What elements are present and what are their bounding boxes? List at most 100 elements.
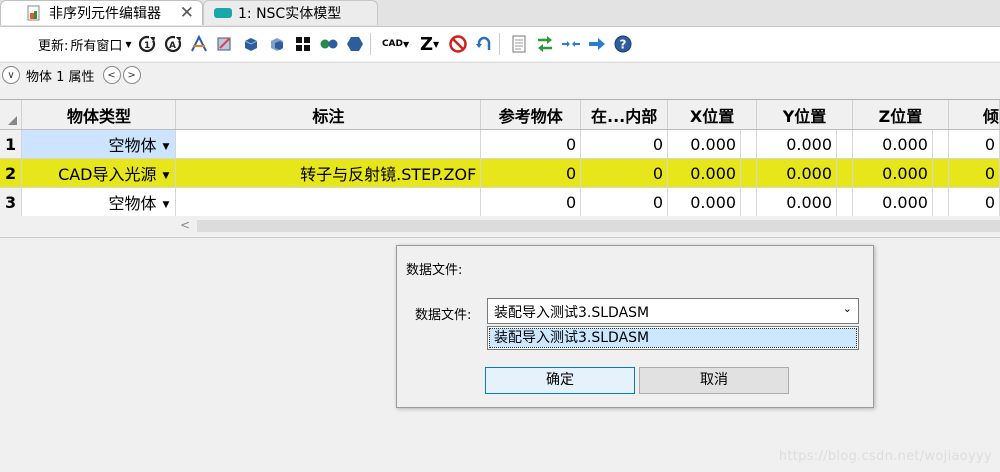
- table-row[interactable]: 1 空物体 ▼ 0 0 0.000 0.000 0.000 0: [0, 129, 1000, 159]
- update-label: 更新:: [38, 38, 69, 54]
- undo-icon[interactable]: [473, 33, 495, 55]
- svg-text:A: A: [169, 41, 176, 51]
- svg-text:?: ?: [619, 38, 626, 52]
- close-icon[interactable]: ✕: [180, 3, 194, 23]
- help-icon[interactable]: ?: [612, 33, 634, 55]
- update-value: 所有窗口: [70, 38, 123, 54]
- document-icon: [27, 5, 40, 21]
- shaded-model-icon[interactable]: [266, 33, 288, 55]
- z-position-cell[interactable]: 0.000: [852, 158, 933, 188]
- ref-object-cell[interactable]: 0: [480, 158, 582, 188]
- row-number[interactable]: 2: [0, 158, 23, 188]
- tilt-cell[interactable]: 0: [948, 129, 1000, 159]
- column-header[interactable]: X位置: [667, 100, 758, 130]
- z-position-cell[interactable]: 0.000: [852, 129, 933, 159]
- inside-of-cell[interactable]: 0: [580, 187, 669, 217]
- collapse-properties-button[interactable]: ∨: [2, 66, 20, 84]
- dropdown-arrow-icon[interactable]: ▼: [163, 200, 170, 210]
- detector-icon[interactable]: [214, 33, 236, 55]
- x-position-cell[interactable]: 0.000: [667, 158, 742, 188]
- watermark: https://blog.csdn.net/wojiaoyyy: [778, 449, 992, 464]
- column-header[interactable]: Y位置: [756, 100, 853, 130]
- refresh-all-icon[interactable]: A: [162, 33, 184, 55]
- previous-object-button[interactable]: <: [102, 66, 121, 84]
- stop-icon[interactable]: [447, 33, 469, 55]
- ref-object-cell[interactable]: 0: [480, 187, 582, 217]
- row-number[interactable]: 1: [0, 129, 23, 159]
- inside-of-cell[interactable]: 0: [580, 158, 669, 188]
- x-position-cell[interactable]: 0.000: [667, 129, 742, 159]
- comment-cell[interactable]: [175, 129, 482, 159]
- x-solve-cell[interactable]: [740, 129, 758, 159]
- inside-of-cell[interactable]: 0: [580, 129, 669, 159]
- column-header[interactable]: 标注: [175, 100, 482, 130]
- tilt-cell[interactable]: 0: [948, 187, 1000, 217]
- data-file-select[interactable]: 装配导入测试3.SLDASM ⌄: [487, 298, 859, 324]
- scroll-left-icon[interactable]: <: [180, 218, 190, 232]
- document-icon[interactable]: [508, 33, 530, 55]
- dialog-title: 数据文件:: [406, 263, 463, 278]
- layout-icon[interactable]: [292, 33, 314, 55]
- cad-icon[interactable]: CAD ▼: [379, 33, 413, 55]
- dropdown-arrow-icon[interactable]: ▼: [163, 142, 170, 152]
- data-file-options: 装配导入测试3.SLDASM: [487, 326, 859, 350]
- x-solve-cell[interactable]: [740, 158, 758, 188]
- comment-cell[interactable]: 转子与反射镜.STEP.ZOF: [175, 158, 482, 188]
- ref-object-cell[interactable]: 0: [480, 129, 582, 159]
- data-file-option[interactable]: 装配导入测试3.SLDASM: [489, 328, 857, 348]
- y-solve-cell[interactable]: [836, 187, 853, 217]
- y-position-cell[interactable]: 0.000: [756, 129, 838, 159]
- x-position-cell[interactable]: 0.000: [667, 187, 742, 217]
- toolbar: 更新: 所有窗口 ▼ 1 A CAD ▼ Z ▼ ?: [0, 27, 1000, 61]
- object-type-cell[interactable]: 空物体 ▼: [21, 129, 177, 159]
- tab-label: 1: NSC实体模型: [238, 6, 342, 22]
- scrollbar-thumb[interactable]: [197, 220, 1000, 232]
- y-position-cell[interactable]: 0.000: [756, 187, 838, 217]
- column-header[interactable]: 倾: [948, 100, 1000, 130]
- refresh-icon[interactable]: 1: [136, 33, 158, 55]
- data-file-label: 数据文件:: [415, 308, 472, 323]
- exchange-icon[interactable]: [534, 33, 556, 55]
- object-type-cell[interactable]: 空物体 ▼: [21, 187, 177, 217]
- tab-nonsequential-editor[interactable]: 非序列元件编辑器 ✕: [0, 0, 203, 25]
- collapse-icon[interactable]: [560, 33, 582, 55]
- tilt-cell[interactable]: 0: [948, 158, 1000, 188]
- next-object-button[interactable]: >: [122, 66, 141, 84]
- ray-trace-icon[interactable]: [188, 33, 210, 55]
- chevron-down-icon[interactable]: ⌄: [843, 302, 852, 315]
- dropdown-arrow-icon[interactable]: ▼: [163, 171, 170, 181]
- object-grid: 物体类型 标注 参考物体 在...内部 X位置 Y位置 Z位置 倾 1 空物体 ▼…: [0, 99, 1000, 238]
- z-solve-cell[interactable]: [932, 187, 949, 217]
- tab-label: 非序列元件编辑器: [49, 6, 161, 22]
- table-row[interactable]: 3 空物体 ▼ 0 0 0.000 0.000 0.000 0: [0, 187, 1000, 217]
- ok-button[interactable]: 确定: [485, 367, 635, 394]
- row-number[interactable]: 3: [0, 187, 23, 217]
- x-solve-cell[interactable]: [740, 187, 758, 217]
- column-header[interactable]: 在...内部: [580, 100, 669, 130]
- z-position-cell[interactable]: 0.000: [852, 187, 933, 217]
- hexagon-icon[interactable]: [344, 33, 366, 55]
- comment-cell[interactable]: [175, 187, 482, 217]
- z-menu-icon[interactable]: Z ▼: [417, 33, 443, 55]
- select-all-corner[interactable]: [0, 100, 23, 130]
- update-dropdown[interactable]: 所有窗口 ▼: [70, 35, 131, 54]
- cancel-button[interactable]: 取消: [639, 367, 789, 394]
- data-file-selected: 装配导入测试3.SLDASM: [494, 305, 650, 321]
- table-header: 物体类型 标注 参考物体 在...内部 X位置 Y位置 Z位置 倾: [0, 100, 1000, 130]
- y-solve-cell[interactable]: [836, 129, 853, 159]
- z-solve-cell[interactable]: [932, 158, 949, 188]
- solid-model-icon[interactable]: [240, 33, 262, 55]
- z-solve-cell[interactable]: [932, 129, 949, 159]
- column-header[interactable]: 物体类型: [21, 100, 177, 130]
- tab-nsc-solid-model[interactable]: 1: NSC实体模型: [203, 0, 378, 25]
- y-position-cell[interactable]: 0.000: [756, 158, 838, 188]
- solid-model-tab-icon: [214, 8, 232, 18]
- column-header[interactable]: 参考物体: [480, 100, 582, 130]
- dual-sources-icon[interactable]: [318, 33, 340, 55]
- y-solve-cell[interactable]: [836, 158, 853, 188]
- column-header[interactable]: Z位置: [852, 100, 949, 130]
- object-type-cell[interactable]: CAD导入光源 ▼: [21, 158, 177, 188]
- arrow-right-icon[interactable]: [586, 33, 608, 55]
- table-row[interactable]: 2 CAD导入光源 ▼ 转子与反射镜.STEP.ZOF 0 0 0.000 0.0…: [0, 158, 1000, 188]
- horizontal-scrollbar[interactable]: <: [0, 216, 1000, 236]
